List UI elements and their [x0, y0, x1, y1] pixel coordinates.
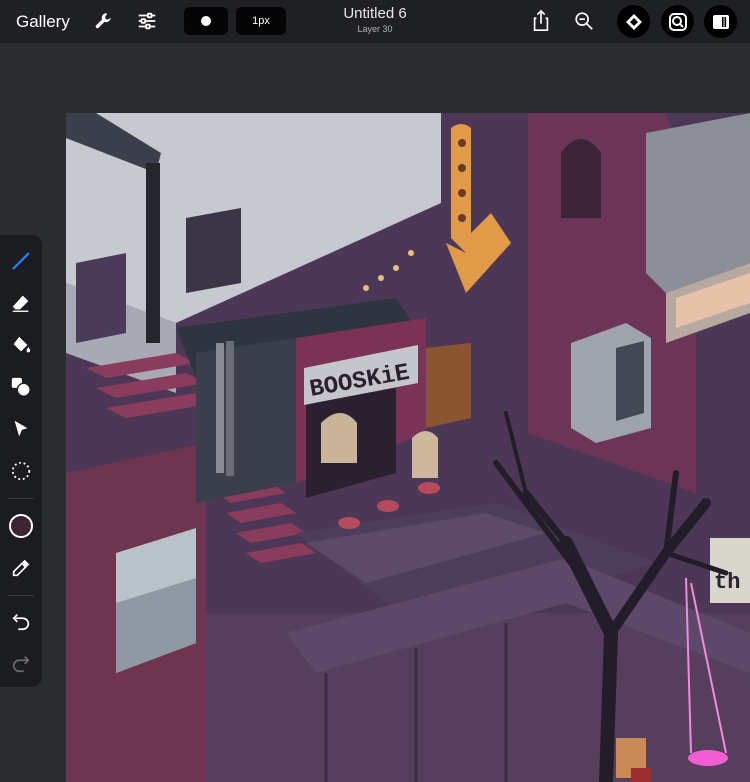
drawing-canvas[interactable]: BOOSKiE th — [66, 113, 750, 782]
move-tool[interactable] — [7, 415, 35, 443]
dotted-circle-icon — [11, 461, 31, 481]
undo-icon — [12, 613, 30, 631]
brush-shape-selector[interactable] — [184, 7, 228, 35]
color-picker-button[interactable] — [7, 512, 35, 540]
share-icon[interactable] — [527, 7, 555, 35]
brush-dot-icon — [201, 16, 211, 26]
layers-panel-button[interactable] — [704, 5, 737, 38]
undo-button[interactable] — [7, 607, 35, 635]
gallery-button[interactable]: Gallery — [16, 12, 70, 32]
layer-name: Layer 30 — [357, 24, 393, 34]
paint-bucket-icon — [13, 336, 31, 353]
redo-icon — [12, 655, 30, 673]
adjustments-icon[interactable] — [133, 7, 161, 35]
brush-tool[interactable] — [7, 247, 35, 275]
shape-tool[interactable] — [7, 373, 35, 401]
reference-button[interactable] — [661, 5, 694, 38]
layers-icon — [712, 14, 729, 29]
selection-mode-button[interactable] — [617, 5, 650, 38]
sidebar-divider — [8, 595, 34, 596]
zoom-icon[interactable] — [570, 7, 598, 35]
magnifier-square-icon — [668, 12, 687, 31]
sidebar-divider — [8, 498, 34, 499]
fill-tool[interactable] — [7, 331, 35, 359]
document-title-area[interactable]: Untitled 6 Layer 30 — [300, 5, 450, 34]
pixel-art-artwork: BOOSKiE th — [66, 113, 750, 782]
selection-tool[interactable] — [7, 457, 35, 485]
wrench-icon[interactable] — [90, 7, 118, 35]
top-toolbar: Gallery 1px Untitled 6 Layer 30 — [0, 0, 750, 43]
eyedropper-icon — [12, 559, 30, 577]
cursor-arrow-icon — [14, 420, 28, 437]
brush-size-selector[interactable]: 1px — [236, 7, 286, 35]
eyedropper-tool[interactable] — [7, 554, 35, 582]
tool-sidebar — [0, 235, 42, 687]
document-title: Untitled 6 — [343, 5, 407, 22]
redo-button[interactable] — [7, 649, 35, 677]
brush-size-label: 1px — [252, 15, 270, 27]
current-color-swatch — [9, 514, 33, 538]
eraser-icon — [12, 295, 29, 312]
diamond-icon — [625, 13, 642, 30]
shapes-icon — [11, 377, 31, 397]
eraser-tool[interactable] — [7, 289, 35, 317]
brush-icon — [12, 252, 30, 270]
